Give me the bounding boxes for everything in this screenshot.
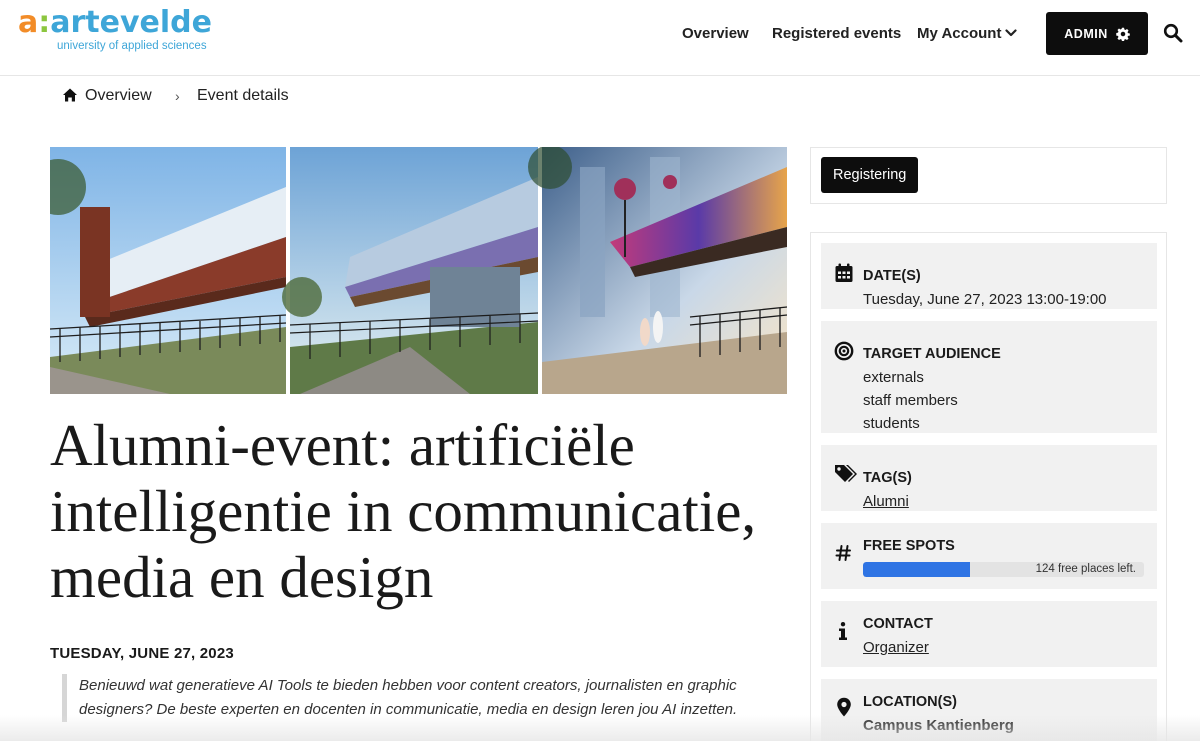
- nav-registered-events-link[interactable]: Registered events: [772, 22, 901, 46]
- event-date-heading: TUESDAY, JUNE 27, 2023: [50, 645, 234, 662]
- audience-item: externals: [863, 369, 924, 386]
- calendar-icon: [835, 263, 853, 282]
- progress-fill: [863, 562, 970, 577]
- free-spots-label: 124 free places left.: [1035, 563, 1136, 575]
- event-title: Alumni-event: artificiële intelli­gentie…: [50, 412, 757, 610]
- location-card-title: LOCATION(S): [863, 694, 957, 710]
- target-icon: [834, 341, 854, 361]
- hash-icon: [835, 545, 851, 561]
- nav-overview-link[interactable]: Overview: [682, 22, 749, 46]
- location-value: Campus Kantienberg: [863, 717, 1014, 734]
- contact-card: CONTACT Organizer: [821, 601, 1157, 667]
- info-icon: [839, 622, 847, 640]
- contact-card-title: CONTACT: [863, 616, 933, 632]
- event-info-panel: DATE(S) Tuesday, June 27, 2023 13:00-19:…: [810, 232, 1167, 741]
- event-intro-quote: Benieuwd wat generatieve AI Tools te bie…: [62, 674, 782, 722]
- date-card-title: DATE(S): [863, 268, 921, 284]
- gear-icon: [1115, 27, 1130, 41]
- nav-my-account-link[interactable]: My Account: [917, 22, 1001, 46]
- tags-card-title: TAG(S): [863, 470, 912, 486]
- registration-box: Registering: [810, 147, 1167, 204]
- site-header: a:artevelde university of applied scienc…: [0, 0, 1200, 76]
- free-spots-progress-bar: 124 free places left.: [863, 562, 1144, 577]
- map-pin-icon: [837, 697, 851, 717]
- date-card: DATE(S) Tuesday, June 27, 2023 13:00-19:…: [821, 243, 1157, 309]
- breadcrumb-overview-link[interactable]: Overview: [85, 85, 152, 107]
- logo-tagline: university of applied sciences: [57, 40, 207, 52]
- search-icon[interactable]: [1163, 23, 1183, 43]
- artevelde-logo[interactable]: a:artevelde university of applied scienc…: [18, 6, 218, 58]
- registering-button[interactable]: Registering: [821, 157, 919, 193]
- audience-item: staff members: [863, 392, 958, 409]
- home-icon[interactable]: [62, 87, 78, 103]
- tag-icon: [835, 465, 857, 482]
- free-spots-card: FREE SPOTS 124 free places left.: [821, 523, 1157, 589]
- free-spots-card-title: FREE SPOTS: [863, 538, 955, 554]
- breadcrumb-separator: ›: [175, 88, 180, 104]
- tag-alumni-link[interactable]: Alumni: [863, 490, 909, 513]
- admin-button[interactable]: ADMIN: [1046, 12, 1148, 55]
- audience-card-title: TARGET AUDIENCE: [863, 346, 1001, 362]
- audience-item: students: [863, 415, 920, 432]
- event-hero-image: [50, 147, 787, 394]
- admin-button-label: ADMIN: [1064, 26, 1108, 41]
- hero-illustration: [50, 147, 787, 394]
- target-audience-card: TARGET AUDIENCE externals staff members …: [821, 321, 1157, 433]
- date-card-value: Tuesday, June 27, 2023 13:00-19:00: [863, 291, 1107, 308]
- chevron-down-icon[interactable]: [1004, 26, 1018, 40]
- breadcrumb-current: Event details: [197, 87, 289, 104]
- tags-card: TAG(S) Alumni: [821, 445, 1157, 511]
- location-card: LOCATION(S) Campus Kantienberg: [821, 679, 1157, 741]
- logo-wordmark: a:artevelde: [18, 5, 212, 40]
- contact-organizer-link[interactable]: Organizer: [863, 636, 929, 659]
